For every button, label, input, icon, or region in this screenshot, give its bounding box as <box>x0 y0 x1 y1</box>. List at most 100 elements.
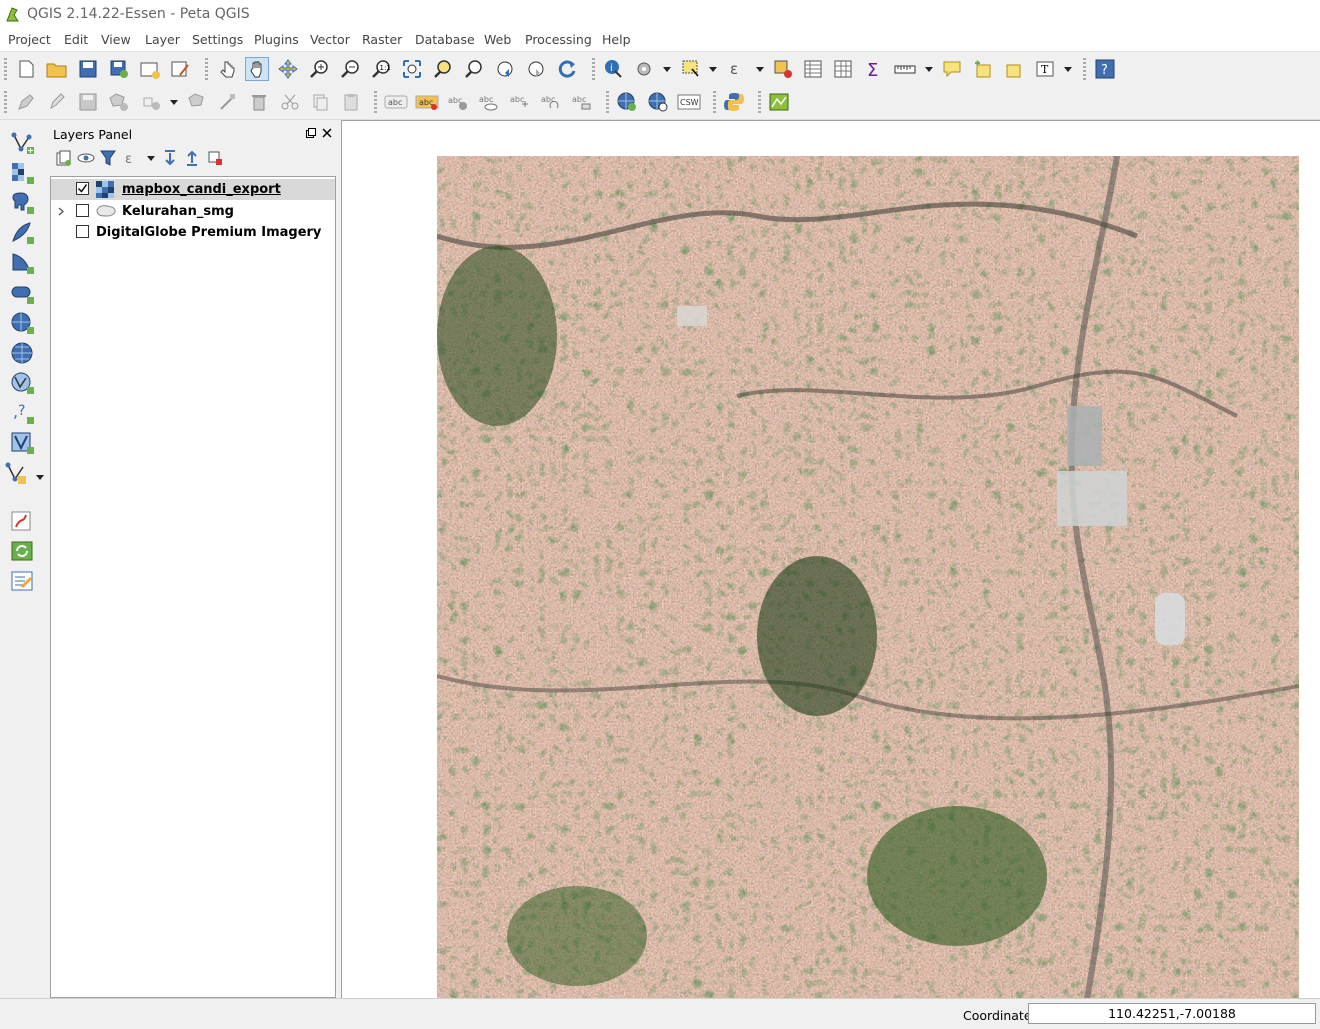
add-vector-layer-button[interactable] <box>8 130 38 156</box>
add-virtual-layer-button[interactable] <box>8 430 38 456</box>
change-label-button[interactable]: abc <box>570 90 594 114</box>
close-panel-icon[interactable] <box>322 128 332 138</box>
add-wms-layer-button[interactable] <box>8 310 38 336</box>
zoom-out-button[interactable] <box>338 57 362 81</box>
metasearch-settings-button[interactable] <box>646 90 670 114</box>
menu-plugins[interactable]: Plugins <box>254 32 299 47</box>
georeferencer-button[interactable] <box>8 508 38 534</box>
chevron-right-icon[interactable] <box>57 207 65 216</box>
metasearch-button[interactable] <box>615 90 639 114</box>
chevron-down-icon[interactable] <box>756 67 764 72</box>
toolbar-grip[interactable] <box>205 58 208 80</box>
pan-to-selection-button[interactable] <box>276 57 300 81</box>
toolbar-grip[interactable] <box>4 91 7 113</box>
toolbar-grip[interactable] <box>606 91 609 113</box>
menu-settings[interactable]: Settings <box>192 32 243 47</box>
add-mssql-layer-button[interactable] <box>8 250 38 276</box>
add-db2-layer-button[interactable] <box>8 280 38 306</box>
toolbar-grip[interactable] <box>1083 58 1086 80</box>
menu-web[interactable]: Web <box>484 32 511 47</box>
pin-labels-button[interactable]: abc <box>415 90 439 114</box>
text-annotation-button[interactable]: T <box>1033 57 1057 81</box>
composer-manager-button[interactable] <box>169 57 193 81</box>
menu-edit[interactable]: Edit <box>64 32 88 47</box>
deselect-all-button[interactable] <box>771 57 795 81</box>
select-features-button[interactable] <box>679 57 703 81</box>
refresh-button[interactable] <box>555 57 579 81</box>
sync-layer-button[interactable] <box>8 538 38 564</box>
layer-row-mapbox-candi-export[interactable]: mapbox_candi_export <box>51 179 335 200</box>
show-statistical-summary-button[interactable]: Σ <box>862 57 886 81</box>
zoom-next-button[interactable] <box>524 57 548 81</box>
add-raster-layer-button[interactable] <box>8 160 38 186</box>
add-postgis-layer-button[interactable] <box>8 190 38 216</box>
toolbar-grip[interactable] <box>4 58 7 80</box>
save-as-button[interactable] <box>107 57 131 81</box>
run-feature-action-button[interactable] <box>632 57 656 81</box>
add-group-button[interactable] <box>52 146 76 170</box>
geoprocessing-plugin-button[interactable] <box>767 90 791 114</box>
toolbar-grip[interactable] <box>592 58 595 80</box>
layer-row-kelurahan-smg[interactable]: Kelurahan_smg <box>51 201 335 222</box>
add-delimited-text-layer-button[interactable]: ,? <box>8 400 38 426</box>
menu-database[interactable]: Database <box>415 32 475 47</box>
help-button[interactable]: ? <box>1093 57 1117 81</box>
csw-button[interactable]: CSW <box>677 90 701 114</box>
menu-processing[interactable]: Processing <box>525 32 592 47</box>
paste-features-button[interactable] <box>339 90 363 114</box>
filter-legend-button[interactable] <box>96 146 120 170</box>
zoom-to-selection-button[interactable] <box>431 57 455 81</box>
map-canvas[interactable] <box>341 120 1320 999</box>
save-layer-edits-button[interactable] <box>76 90 100 114</box>
map-tips-button[interactable] <box>940 57 964 81</box>
add-wcs-layer-button[interactable] <box>8 340 38 366</box>
cut-features-button[interactable] <box>278 90 302 114</box>
add-wfs-layer-button[interactable] <box>8 370 38 396</box>
toggle-editing-button[interactable] <box>45 90 69 114</box>
new-shapefile-layer-button[interactable] <box>2 460 32 486</box>
copy-features-button[interactable] <box>308 90 332 114</box>
layer-visibility-checkbox[interactable] <box>76 225 89 238</box>
chevron-down-icon[interactable] <box>36 475 44 480</box>
touch-zoom-pan-button[interactable] <box>215 57 239 81</box>
add-spatialite-layer-button[interactable] <box>8 220 38 246</box>
show-hide-labels-button[interactable]: abc <box>477 90 501 114</box>
remove-layer-button[interactable] <box>203 146 227 170</box>
collapse-all-button[interactable] <box>180 146 204 170</box>
chevron-down-icon[interactable] <box>925 67 933 72</box>
toolbar-grip[interactable] <box>374 91 377 113</box>
expand-all-button[interactable] <box>158 146 182 170</box>
new-print-composer-button[interactable] <box>138 57 162 81</box>
layer-visibility-checkbox[interactable] <box>76 204 89 217</box>
float-panel-icon[interactable] <box>306 128 316 138</box>
zoom-full-button[interactable] <box>400 57 424 81</box>
open-attribute-table-button[interactable] <box>801 57 825 81</box>
layer-visibility-checkbox[interactable] <box>76 182 89 195</box>
move-label-button[interactable]: abc <box>508 90 532 114</box>
edit-form-button[interactable] <box>8 568 38 594</box>
select-by-expression-button[interactable]: ε <box>725 57 749 81</box>
add-feature-button[interactable] <box>107 90 131 114</box>
menu-view[interactable]: View <box>101 32 131 47</box>
chevron-down-icon[interactable] <box>663 67 671 72</box>
rotate-label-button[interactable]: abc <box>539 90 563 114</box>
menu-project[interactable]: Project <box>8 32 51 47</box>
measure-line-button[interactable] <box>893 57 917 81</box>
show-bookmarks-button[interactable] <box>1001 57 1025 81</box>
pan-map-button[interactable] <box>245 57 269 81</box>
zoom-actual-size-button[interactable]: 1:1 <box>369 57 393 81</box>
filter-by-expression-button[interactable]: ε <box>120 146 144 170</box>
menu-raster[interactable]: Raster <box>362 32 402 47</box>
coordinate-field[interactable]: 110.42251,-7.00188 <box>1028 1003 1316 1024</box>
open-field-calculator-button[interactable] <box>831 57 855 81</box>
new-project-button[interactable] <box>14 57 38 81</box>
menu-help[interactable]: Help <box>602 32 631 47</box>
highlight-pinned-labels-button[interactable]: abc <box>446 90 470 114</box>
new-bookmark-button[interactable] <box>971 57 995 81</box>
layer-labeling-options-button[interactable]: abc <box>384 90 408 114</box>
toolbar-grip[interactable] <box>758 91 761 113</box>
chevron-down-icon[interactable] <box>709 67 717 72</box>
menu-layer[interactable]: Layer <box>145 32 180 47</box>
chevron-down-icon[interactable] <box>1064 67 1072 72</box>
zoom-last-button[interactable] <box>493 57 517 81</box>
